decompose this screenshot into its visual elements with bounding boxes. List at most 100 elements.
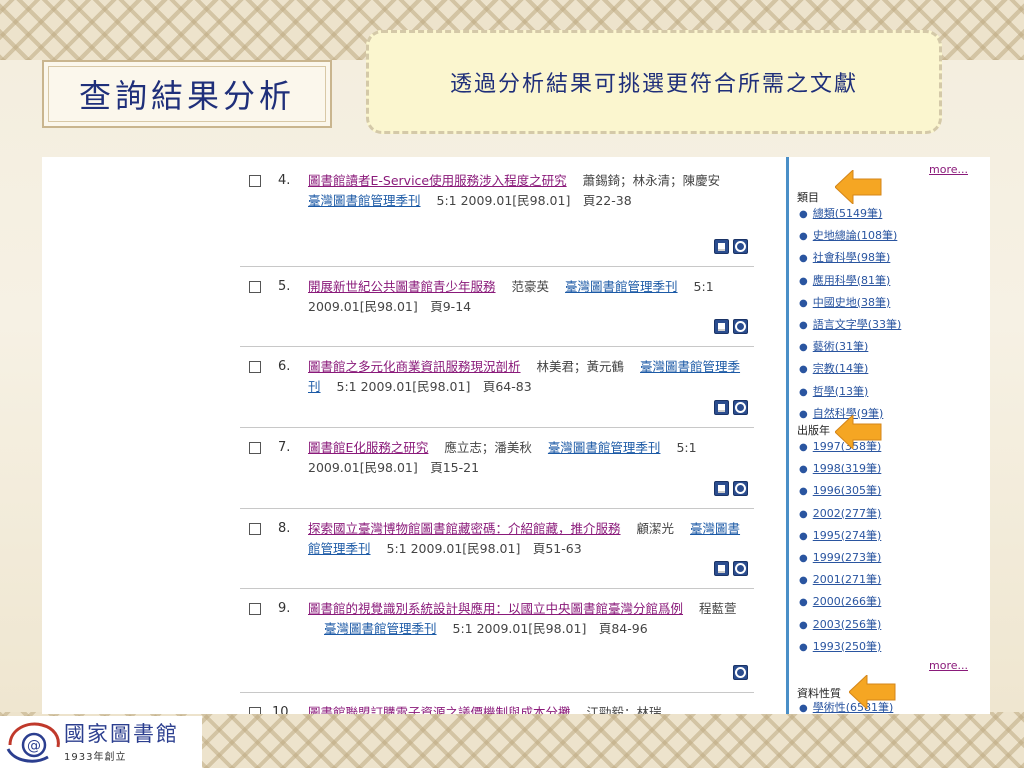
- result-title-link[interactable]: 圖書館E化服務之研究: [308, 440, 428, 455]
- result-meta: 5:1 2009.01[民98.01] 頁64-83: [336, 379, 532, 394]
- arrow-left-icon: [835, 170, 882, 204]
- result-number: 6.: [278, 359, 291, 374]
- slide-title: 查詢結果分析: [78, 77, 295, 115]
- result-row: 5. 開展新世紀公共圖書館青少年服務 范豪英 臺灣圖書館管理季刊 5:1 2009.0…: [240, 267, 754, 347]
- result-authors: 江勁毅；林瑞: [586, 705, 662, 714]
- journal-link[interactable]: 臺灣圖書館管理季刊: [565, 279, 678, 294]
- result-authors: 應立志；潘美秋: [444, 440, 532, 455]
- facet-item[interactable]: ● 哲學(13筆): [799, 381, 901, 403]
- facet-item[interactable]: ● 社會科學(98筆): [799, 247, 901, 269]
- result-actions: [733, 665, 748, 680]
- result-authors: 程藍萱: [699, 601, 737, 616]
- library-logo: @ 國家圖書館 1933年創立: [0, 716, 202, 768]
- result-title-link[interactable]: 圖書館的視覺識別系統設計與應用：以國立中央圖書館臺灣分館爲例: [308, 601, 683, 616]
- facet-list-year: ● 1997(358筆) ● 1998(319筆) ● 1996(305筆) ● 200…: [799, 436, 881, 658]
- result-row: 8. 探索國立臺灣博物館圖書館藏密碼：介紹館藏，推介服務 顧潔光 臺灣圖書館管理季刊…: [240, 509, 754, 589]
- facet-sidebar: more... 類目 ● 總類(5149筆) ● 史地總論(108筆) ● 社會科學(…: [786, 157, 980, 714]
- facet-item[interactable]: ● 應用科學(81筆): [799, 270, 901, 292]
- select-checkbox[interactable]: [249, 707, 261, 714]
- link-icon[interactable]: [733, 319, 748, 334]
- facet-item[interactable]: ● 2000(266筆): [799, 591, 881, 613]
- result-title-link[interactable]: 圖書館之多元化商業資訊服務現況剖析: [308, 359, 521, 374]
- link-icon[interactable]: [733, 400, 748, 415]
- result-number: 8.: [278, 521, 291, 536]
- search-results-screenshot: 4. 圖書館讀者E-Service使用服務涉入程度之研究 蕭錫錡；林永清；陳慶安臺…: [42, 157, 990, 714]
- journal-link[interactable]: 臺灣圖書館管理季刊: [324, 621, 437, 636]
- slide-title-box: 查詢結果分析: [42, 60, 332, 128]
- result-authors: 范豪英: [511, 279, 550, 294]
- arrow-left-icon: [835, 415, 882, 449]
- result-number: 5.: [278, 279, 291, 294]
- result-authors: 蕭錫錡；林永清；陳慶安: [582, 173, 721, 188]
- result-row: 9. 圖書館的視覺識別系統設計與應用：以國立中央圖書館臺灣分館爲例 程藍萱臺灣圖書…: [240, 589, 754, 693]
- facet-item[interactable]: ● 1993(250筆): [799, 636, 881, 658]
- result-actions: [714, 239, 748, 254]
- result-body: 圖書館之多元化商業資訊服務現況剖析 林美君；黃元鶴 臺灣圖書館管理季刊 5:1 200…: [308, 357, 748, 397]
- facet-item[interactable]: ● 2003(256筆): [799, 614, 881, 636]
- facet-item[interactable]: ● 總類(5149筆): [799, 203, 901, 225]
- result-row: 4. 圖書館讀者E-Service使用服務涉入程度之研究 蕭錫錡；林永清；陳慶安臺…: [240, 171, 754, 267]
- select-checkbox[interactable]: [249, 175, 261, 187]
- result-body: 圖書館E化服務之研究 應立志；潘美秋 臺灣圖書館管理季刊 5:1 2009.01[民9…: [308, 438, 748, 478]
- link-icon[interactable]: [733, 665, 748, 680]
- result-actions: [714, 400, 748, 415]
- result-actions: [714, 481, 748, 496]
- result-body: 開展新世紀公共圖書館青少年服務 范豪英 臺灣圖書館管理季刊 5:1 2009.01[民…: [308, 277, 748, 317]
- svg-text:@: @: [27, 738, 41, 754]
- arrow-left-icon: [849, 675, 896, 709]
- facet-item[interactable]: ● 1999(273筆): [799, 547, 881, 569]
- document-icon[interactable]: [714, 239, 729, 254]
- facet-item[interactable]: ● 1998(319筆): [799, 458, 881, 480]
- result-body: 圖書館的視覺識別系統設計與應用：以國立中央圖書館臺灣分館爲例 程藍萱臺灣圖書館管理…: [308, 599, 748, 639]
- facet-item[interactable]: ● 1996(305筆): [799, 480, 881, 502]
- result-actions: [714, 561, 748, 576]
- result-number: 10.: [272, 705, 293, 714]
- more-link-years[interactable]: more...: [929, 659, 968, 672]
- select-checkbox[interactable]: [249, 361, 261, 373]
- journal-link[interactable]: 臺灣圖書館管理季刊: [548, 440, 661, 455]
- result-title-link[interactable]: 圖書館讀者E-Service使用服務涉入程度之研究: [308, 173, 567, 188]
- facet-item[interactable]: ● 宗教(14筆): [799, 358, 901, 380]
- result-body: 圖書館聯盟訂購電子資源之議價機制與成本分攤 江勁毅；林瑞: [308, 703, 748, 714]
- facet-item[interactable]: ● 1995(274筆): [799, 525, 881, 547]
- document-icon[interactable]: [714, 481, 729, 496]
- result-meta: 5:1 2009.01[民98.01] 頁22-38: [436, 193, 632, 208]
- journal-link[interactable]: 臺灣圖書館管理季刊: [308, 193, 421, 208]
- result-title-link[interactable]: 圖書館聯盟訂購電子資源之議價機制與成本分攤: [308, 705, 571, 714]
- result-title-link[interactable]: 探索國立臺灣博物館圖書館藏密碼：介紹館藏，推介服務: [308, 521, 621, 536]
- facet-item[interactable]: ● 2002(277筆): [799, 503, 881, 525]
- link-icon[interactable]: [733, 561, 748, 576]
- result-title-link[interactable]: 開展新世紀公共圖書館青少年服務: [308, 279, 496, 294]
- result-meta: 5:1 2009.01[民98.01] 頁84-96: [452, 621, 648, 636]
- result-row: 6. 圖書館之多元化商業資訊服務現況剖析 林美君；黃元鶴 臺灣圖書館管理季刊 5:1 …: [240, 347, 754, 428]
- select-checkbox[interactable]: [249, 281, 261, 293]
- select-checkbox[interactable]: [249, 603, 261, 615]
- document-icon[interactable]: [714, 400, 729, 415]
- result-number: 9.: [278, 601, 291, 616]
- facet-item[interactable]: ● 藝術(31筆): [799, 336, 901, 358]
- select-checkbox[interactable]: [249, 442, 261, 454]
- result-number: 7.: [278, 440, 291, 455]
- facet-item[interactable]: ● 中國史地(38筆): [799, 292, 901, 314]
- facet-item[interactable]: ● 2001(271筆): [799, 569, 881, 591]
- library-founded: 1933年創立: [64, 751, 127, 763]
- result-actions: [714, 319, 748, 334]
- more-link-categories[interactable]: more...: [929, 163, 968, 176]
- results-list: 4. 圖書館讀者E-Service使用服務涉入程度之研究 蕭錫錡；林永清；陳慶安臺…: [240, 157, 760, 714]
- facet-item[interactable]: ● 語言文字學(33筆): [799, 314, 901, 336]
- facet-item[interactable]: ● 史地總論(108筆): [799, 225, 901, 247]
- select-checkbox[interactable]: [249, 523, 261, 535]
- library-name: 國家圖書館: [64, 721, 179, 746]
- result-row: 10. 圖書館聯盟訂購電子資源之議價機制與成本分攤 江勁毅；林瑞: [240, 693, 754, 714]
- facet-list-category: ● 總類(5149筆) ● 史地總論(108筆) ● 社會科學(98筆) ● 應用科學(…: [799, 203, 901, 425]
- document-icon[interactable]: [714, 319, 729, 334]
- link-icon[interactable]: [733, 239, 748, 254]
- link-icon[interactable]: [733, 481, 748, 496]
- result-meta: 5:1 2009.01[民98.01] 頁51-63: [386, 541, 582, 556]
- document-icon[interactable]: [714, 561, 729, 576]
- callout-text: 透過分析結果可挑選更符合所需之文獻: [449, 72, 858, 97]
- result-number: 4.: [278, 173, 291, 188]
- result-authors: 林美君；黃元鶴: [536, 359, 625, 374]
- callout-box: 透過分析結果可挑選更符合所需之文獻: [366, 30, 942, 134]
- result-body: 探索國立臺灣博物館圖書館藏密碼：介紹館藏，推介服務 顧潔光 臺灣圖書館管理季刊 5:1…: [308, 519, 748, 559]
